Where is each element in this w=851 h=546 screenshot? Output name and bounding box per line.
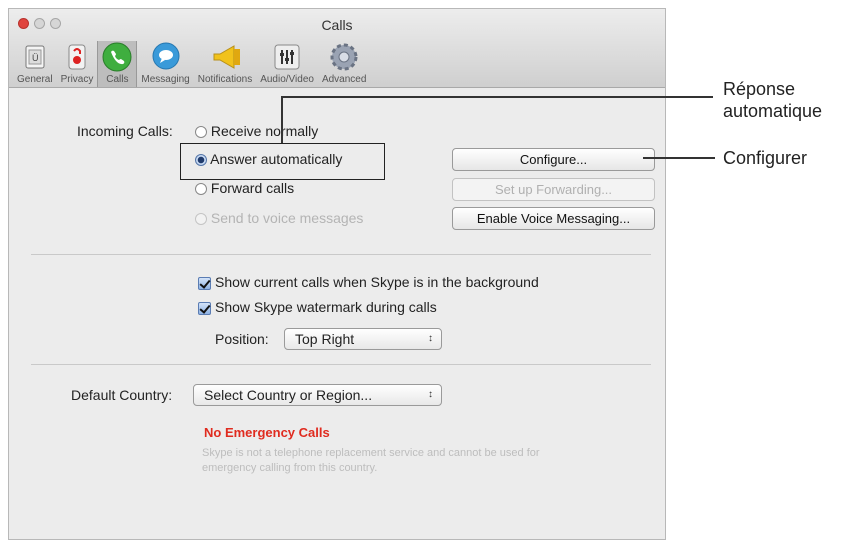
tab-notifications-label: Notifications xyxy=(197,74,253,85)
checkbox-show-watermark[interactable]: Show Skype watermark during calls xyxy=(198,299,437,315)
callout-line-reponse xyxy=(281,96,713,98)
highlight-answer-automatically xyxy=(180,143,385,180)
tab-general-label: General xyxy=(17,74,53,85)
privacy-icon xyxy=(62,43,92,71)
tab-advanced[interactable]: Advanced xyxy=(318,41,370,87)
no-emergency-text-line1: Skype is not a telephone replacement ser… xyxy=(202,447,540,459)
radio-button-disabled[interactable] xyxy=(195,213,207,226)
radio-send-voice-messages-label: Send to voice messages xyxy=(210,210,364,226)
radio-forward-calls-label: Forward calls xyxy=(210,180,295,196)
radio-button[interactable] xyxy=(195,126,207,139)
radio-forward-calls[interactable]: Forward calls xyxy=(195,180,294,196)
advanced-icon xyxy=(329,43,359,71)
country-select[interactable]: Select Country or Region... ↕ xyxy=(193,384,442,406)
callout-configurer: Configurer xyxy=(723,148,808,168)
separator xyxy=(31,364,651,365)
callout-reponse-line2: automatique xyxy=(723,101,823,121)
window-title: Calls xyxy=(321,17,353,33)
no-emergency-title: No Emergency Calls xyxy=(204,425,330,440)
callout-line-vertical xyxy=(281,96,283,143)
tab-audio-video[interactable]: Audio/Video xyxy=(256,41,318,87)
set-up-forwarding-button[interactable]: Set up Forwarding... xyxy=(452,178,655,201)
svg-text:Ü: Ü xyxy=(32,53,39,63)
position-select[interactable]: Top Right ↕ xyxy=(284,328,442,350)
preferences-toolbar: Ü General Privacy Calls Messaging Notifi… xyxy=(13,41,370,87)
radio-receive-normally-label: Receive normally xyxy=(210,123,319,139)
calls-icon xyxy=(102,42,132,72)
configure-button[interactable]: Configure... xyxy=(452,148,655,171)
default-country-label: Default Country: xyxy=(71,387,173,403)
separator xyxy=(31,254,651,255)
tab-notifications[interactable]: Notifications xyxy=(194,41,256,87)
title-bar: Calls Ü General Privacy Calls Messaging … xyxy=(9,9,665,88)
general-icon: Ü xyxy=(20,43,50,71)
callout-line-configurer xyxy=(643,157,715,159)
callout-reponse-automatique: Réponse automatique xyxy=(723,78,822,122)
incoming-calls-label: Incoming Calls: xyxy=(77,123,173,139)
position-label: Position: xyxy=(215,331,269,347)
tab-audio-video-label: Audio/Video xyxy=(260,74,314,85)
preferences-window: Calls Ü General Privacy Calls Messaging … xyxy=(8,8,666,540)
audio-video-icon xyxy=(272,43,302,71)
enable-voice-messaging-button[interactable]: Enable Voice Messaging... xyxy=(452,207,655,230)
country-select-value: Select Country or Region... xyxy=(204,387,373,403)
notifications-icon xyxy=(210,43,240,71)
tab-privacy[interactable]: Privacy xyxy=(57,41,98,87)
tab-calls[interactable]: Calls xyxy=(97,41,138,87)
no-emergency-text: Skype is not a telephone replacement ser… xyxy=(202,446,540,476)
tab-general[interactable]: Ü General xyxy=(13,41,57,87)
checkbox-checked[interactable] xyxy=(198,276,211,290)
radio-send-voice-messages[interactable]: Send to voice messages xyxy=(195,210,363,226)
tab-privacy-label: Privacy xyxy=(60,74,94,85)
callout-reponse-line1: Réponse xyxy=(723,79,796,99)
radio-receive-normally[interactable]: Receive normally xyxy=(195,123,318,139)
select-arrows-icon: ↕ xyxy=(428,389,433,400)
tab-messaging-label: Messaging xyxy=(141,74,190,85)
no-emergency-text-line2: emergency calling from this country. xyxy=(202,462,378,474)
checkbox-show-calls-background[interactable]: Show current calls when Skype is in the … xyxy=(198,274,539,290)
tab-calls-label: Calls xyxy=(106,74,129,85)
checkbox-show-calls-background-label: Show current calls when Skype is in the … xyxy=(215,274,539,290)
checkbox-show-watermark-label: Show Skype watermark during calls xyxy=(215,299,437,315)
messaging-icon xyxy=(151,42,181,71)
checkbox-checked[interactable] xyxy=(198,301,211,315)
tab-advanced-label: Advanced xyxy=(321,74,367,85)
select-arrows-icon: ↕ xyxy=(428,333,433,344)
radio-button[interactable] xyxy=(195,183,207,196)
tab-messaging[interactable]: Messaging xyxy=(137,41,193,87)
position-select-value: Top Right xyxy=(295,331,355,347)
